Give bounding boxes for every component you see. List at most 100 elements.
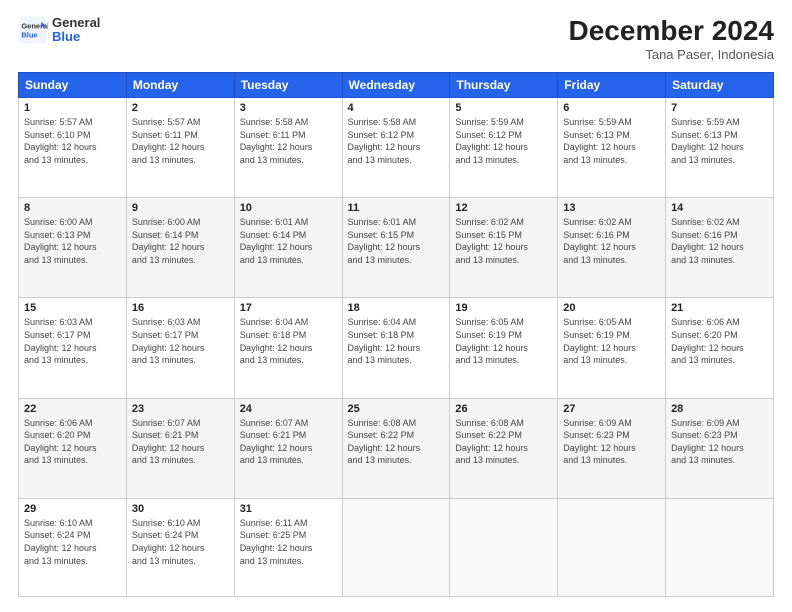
- day-number: 5: [455, 102, 552, 114]
- day-info: Sunrise: 6:04 AMSunset: 6:18 PMDaylight:…: [240, 316, 337, 366]
- week-row-2: 8 Sunrise: 6:00 AMSunset: 6:13 PMDayligh…: [19, 198, 774, 298]
- day-info: Sunrise: 6:02 AMSunset: 6:15 PMDaylight:…: [455, 216, 552, 266]
- table-cell: 4 Sunrise: 5:58 AMSunset: 6:12 PMDayligh…: [342, 98, 450, 198]
- table-cell: 23 Sunrise: 6:07 AMSunset: 6:21 PMDaylig…: [126, 398, 234, 498]
- day-number: 9: [132, 202, 229, 214]
- day-info: Sunrise: 6:01 AMSunset: 6:15 PMDaylight:…: [348, 216, 445, 266]
- day-info: Sunrise: 6:09 AMSunset: 6:23 PMDaylight:…: [563, 417, 660, 467]
- day-number: 6: [563, 102, 660, 114]
- table-cell: 18 Sunrise: 6:04 AMSunset: 6:18 PMDaylig…: [342, 298, 450, 398]
- week-row-3: 15 Sunrise: 6:03 AMSunset: 6:17 PMDaylig…: [19, 298, 774, 398]
- day-info: Sunrise: 6:04 AMSunset: 6:18 PMDaylight:…: [348, 316, 445, 366]
- day-info: Sunrise: 6:02 AMSunset: 6:16 PMDaylight:…: [563, 216, 660, 266]
- day-number: 10: [240, 202, 337, 214]
- table-cell: 20 Sunrise: 6:05 AMSunset: 6:19 PMDaylig…: [558, 298, 666, 398]
- day-info: Sunrise: 5:59 AMSunset: 6:12 PMDaylight:…: [455, 116, 552, 166]
- day-number: 31: [240, 503, 337, 515]
- title-section: December 2024 Tana Paser, Indonesia: [569, 15, 774, 62]
- day-info: Sunrise: 6:08 AMSunset: 6:22 PMDaylight:…: [455, 417, 552, 467]
- day-number: 24: [240, 403, 337, 415]
- day-number: 7: [671, 102, 768, 114]
- col-saturday: Saturday: [666, 73, 774, 98]
- table-cell: 7 Sunrise: 5:59 AMSunset: 6:13 PMDayligh…: [666, 98, 774, 198]
- day-info: Sunrise: 6:03 AMSunset: 6:17 PMDaylight:…: [24, 316, 121, 366]
- table-cell: 21 Sunrise: 6:06 AMSunset: 6:20 PMDaylig…: [666, 298, 774, 398]
- day-number: 21: [671, 302, 768, 314]
- day-number: 13: [563, 202, 660, 214]
- day-number: 15: [24, 302, 121, 314]
- week-row-4: 22 Sunrise: 6:06 AMSunset: 6:20 PMDaylig…: [19, 398, 774, 498]
- table-cell: 15 Sunrise: 6:03 AMSunset: 6:17 PMDaylig…: [19, 298, 127, 398]
- week-row-5: 29 Sunrise: 6:10 AMSunset: 6:24 PMDaylig…: [19, 498, 774, 596]
- calendar: Sunday Monday Tuesday Wednesday Thursday…: [18, 72, 774, 597]
- col-wednesday: Wednesday: [342, 73, 450, 98]
- table-cell: 25 Sunrise: 6:08 AMSunset: 6:22 PMDaylig…: [342, 398, 450, 498]
- svg-text:Blue: Blue: [21, 31, 37, 40]
- col-tuesday: Tuesday: [234, 73, 342, 98]
- day-number: 8: [24, 202, 121, 214]
- day-number: 2: [132, 102, 229, 114]
- col-monday: Monday: [126, 73, 234, 98]
- day-info: Sunrise: 6:05 AMSunset: 6:19 PMDaylight:…: [455, 316, 552, 366]
- table-cell: 1 Sunrise: 5:57 AMSunset: 6:10 PMDayligh…: [19, 98, 127, 198]
- day-info: Sunrise: 6:01 AMSunset: 6:14 PMDaylight:…: [240, 216, 337, 266]
- day-info: Sunrise: 5:58 AMSunset: 6:11 PMDaylight:…: [240, 116, 337, 166]
- logo-general: General: [52, 16, 100, 30]
- day-info: Sunrise: 6:11 AMSunset: 6:25 PMDaylight:…: [240, 517, 337, 567]
- week-row-1: 1 Sunrise: 5:57 AMSunset: 6:10 PMDayligh…: [19, 98, 774, 198]
- day-number: 27: [563, 403, 660, 415]
- day-number: 4: [348, 102, 445, 114]
- day-number: 26: [455, 403, 552, 415]
- day-number: 11: [348, 202, 445, 214]
- day-info: Sunrise: 6:07 AMSunset: 6:21 PMDaylight:…: [132, 417, 229, 467]
- col-sunday: Sunday: [19, 73, 127, 98]
- table-cell: 30 Sunrise: 6:10 AMSunset: 6:24 PMDaylig…: [126, 498, 234, 596]
- calendar-header-row: Sunday Monday Tuesday Wednesday Thursday…: [19, 73, 774, 98]
- table-cell: 16 Sunrise: 6:03 AMSunset: 6:17 PMDaylig…: [126, 298, 234, 398]
- table-cell: 28 Sunrise: 6:09 AMSunset: 6:23 PMDaylig…: [666, 398, 774, 498]
- day-info: Sunrise: 6:02 AMSunset: 6:16 PMDaylight:…: [671, 216, 768, 266]
- day-number: 28: [671, 403, 768, 415]
- day-info: Sunrise: 5:57 AMSunset: 6:10 PMDaylight:…: [24, 116, 121, 166]
- table-cell: 12 Sunrise: 6:02 AMSunset: 6:15 PMDaylig…: [450, 198, 558, 298]
- table-cell: 11 Sunrise: 6:01 AMSunset: 6:15 PMDaylig…: [342, 198, 450, 298]
- day-number: 23: [132, 403, 229, 415]
- day-info: Sunrise: 6:06 AMSunset: 6:20 PMDaylight:…: [671, 316, 768, 366]
- day-number: 29: [24, 503, 121, 515]
- day-info: Sunrise: 6:00 AMSunset: 6:14 PMDaylight:…: [132, 216, 229, 266]
- day-info: Sunrise: 6:05 AMSunset: 6:19 PMDaylight:…: [563, 316, 660, 366]
- day-info: Sunrise: 6:06 AMSunset: 6:20 PMDaylight:…: [24, 417, 121, 467]
- day-number: 18: [348, 302, 445, 314]
- table-cell: 29 Sunrise: 6:10 AMSunset: 6:24 PMDaylig…: [19, 498, 127, 596]
- table-cell: 13 Sunrise: 6:02 AMSunset: 6:16 PMDaylig…: [558, 198, 666, 298]
- table-cell: 9 Sunrise: 6:00 AMSunset: 6:14 PMDayligh…: [126, 198, 234, 298]
- day-info: Sunrise: 6:03 AMSunset: 6:17 PMDaylight:…: [132, 316, 229, 366]
- table-cell: 3 Sunrise: 5:58 AMSunset: 6:11 PMDayligh…: [234, 98, 342, 198]
- table-cell: 6 Sunrise: 5:59 AMSunset: 6:13 PMDayligh…: [558, 98, 666, 198]
- header: General Blue General Blue December 2024 …: [18, 15, 774, 62]
- logo-blue: Blue: [52, 30, 100, 44]
- day-info: Sunrise: 6:09 AMSunset: 6:23 PMDaylight:…: [671, 417, 768, 467]
- table-cell: 24 Sunrise: 6:07 AMSunset: 6:21 PMDaylig…: [234, 398, 342, 498]
- table-cell: 27 Sunrise: 6:09 AMSunset: 6:23 PMDaylig…: [558, 398, 666, 498]
- table-cell: 19 Sunrise: 6:05 AMSunset: 6:19 PMDaylig…: [450, 298, 558, 398]
- location: Tana Paser, Indonesia: [569, 47, 774, 62]
- col-thursday: Thursday: [450, 73, 558, 98]
- table-cell: 26 Sunrise: 6:08 AMSunset: 6:22 PMDaylig…: [450, 398, 558, 498]
- table-cell: 2 Sunrise: 5:57 AMSunset: 6:11 PMDayligh…: [126, 98, 234, 198]
- table-cell: 14 Sunrise: 6:02 AMSunset: 6:16 PMDaylig…: [666, 198, 774, 298]
- day-info: Sunrise: 6:08 AMSunset: 6:22 PMDaylight:…: [348, 417, 445, 467]
- day-info: Sunrise: 5:59 AMSunset: 6:13 PMDaylight:…: [671, 116, 768, 166]
- day-number: 17: [240, 302, 337, 314]
- table-cell: 31 Sunrise: 6:11 AMSunset: 6:25 PMDaylig…: [234, 498, 342, 596]
- col-friday: Friday: [558, 73, 666, 98]
- day-info: Sunrise: 6:00 AMSunset: 6:13 PMDaylight:…: [24, 216, 121, 266]
- day-number: 25: [348, 403, 445, 415]
- day-number: 1: [24, 102, 121, 114]
- day-number: 20: [563, 302, 660, 314]
- page: General Blue General Blue December 2024 …: [0, 0, 792, 612]
- logo-text: General Blue: [52, 16, 100, 45]
- day-info: Sunrise: 5:58 AMSunset: 6:12 PMDaylight:…: [348, 116, 445, 166]
- table-cell: 5 Sunrise: 5:59 AMSunset: 6:12 PMDayligh…: [450, 98, 558, 198]
- day-number: 22: [24, 403, 121, 415]
